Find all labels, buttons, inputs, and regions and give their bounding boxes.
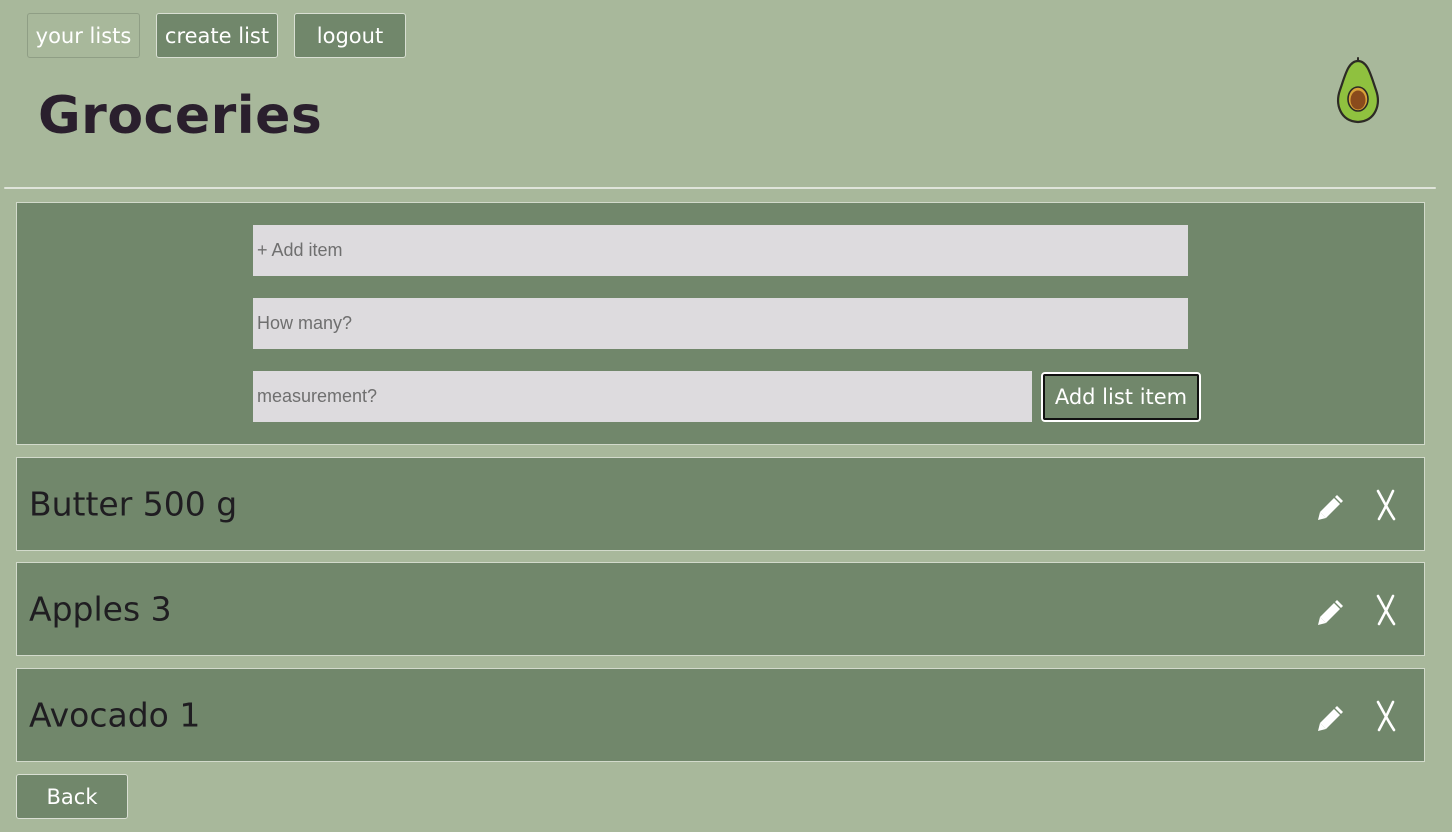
avocado-icon [1337,57,1379,124]
list-item: Butter 500 g [16,457,1425,551]
quantity-input[interactable] [253,298,1188,349]
list-item: Avocado 1 [16,668,1425,762]
page-title: Groceries [38,86,323,146]
item-name-input[interactable] [253,225,1188,276]
measurement-input[interactable] [253,371,1032,422]
header-divider [4,187,1436,189]
create-list-button[interactable]: create list [156,13,278,58]
list-item-label: Apples 3 [29,589,172,629]
list-item: Apples 3 [16,562,1425,656]
cross-icon[interactable] [1374,593,1398,627]
your-lists-button[interactable]: your lists [27,13,140,58]
cross-icon[interactable] [1374,488,1398,522]
add-list-item-button[interactable]: Add list item [1041,372,1201,422]
pencil-icon[interactable] [1315,597,1345,627]
logout-button[interactable]: logout [294,13,406,58]
back-button[interactable]: Back [16,774,128,819]
pencil-icon[interactable] [1315,703,1345,733]
pencil-icon[interactable] [1315,492,1345,522]
top-nav: your lists create list logout [27,13,406,58]
cross-icon[interactable] [1374,699,1398,733]
add-item-form: Add list item [16,202,1425,445]
list-item-label: Avocado 1 [29,695,201,735]
list-item-label: Butter 500 g [29,484,238,524]
